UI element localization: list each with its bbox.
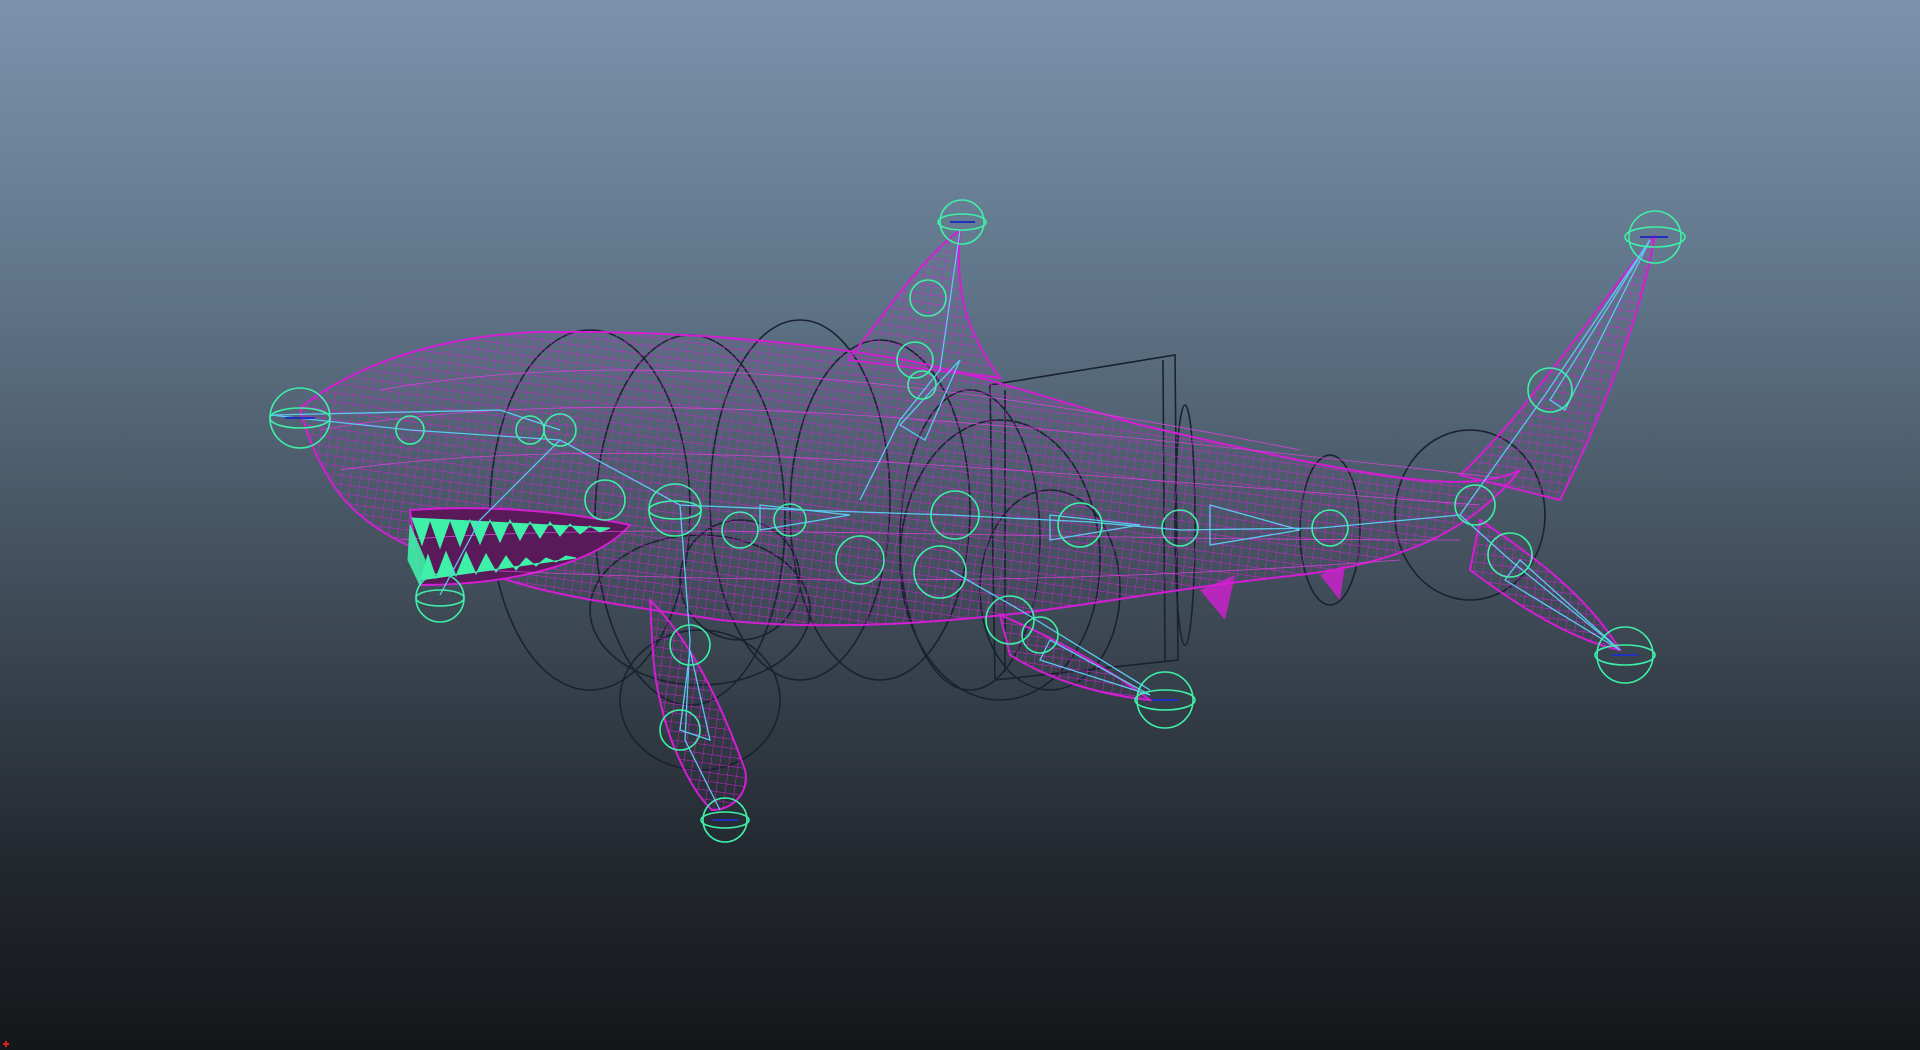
shark-mesh[interactable]: [298, 227, 1656, 812]
axis-indicator-icon: [3, 1041, 9, 1047]
shark-rig-scene[interactable]: [0, 0, 1920, 1050]
3d-viewport[interactable]: [0, 0, 1920, 1050]
